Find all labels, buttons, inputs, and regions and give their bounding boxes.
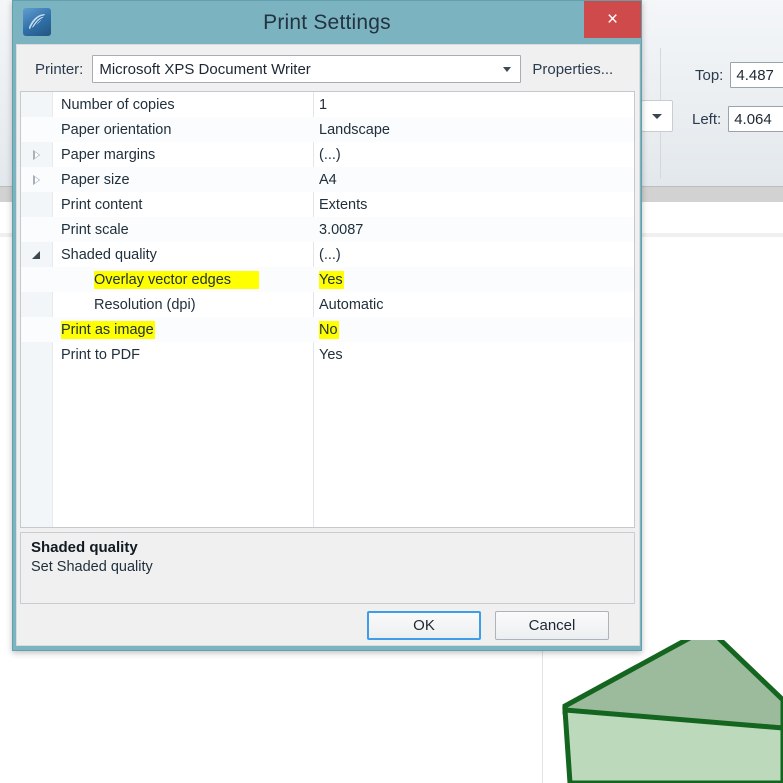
screen: Top: 4.487 Left: 4.064 Print Settings × … (0, 0, 783, 783)
property-row[interactable]: Print content Extents (21, 192, 634, 217)
printer-row: Printer: Microsoft XPS Document Writer P… (17, 51, 639, 87)
property-row[interactable]: Print scale 3.0087 (21, 217, 634, 242)
property-value[interactable]: Landscape (319, 122, 390, 138)
description-title: Shaded quality (31, 539, 138, 556)
property-value[interactable]: A4 (319, 172, 337, 188)
ribbon-dropdown-button[interactable] (641, 100, 673, 132)
property-grid[interactable]: Number of copies 1 Paper orientation Landsc… (20, 91, 635, 528)
property-row[interactable]: Print as image No (21, 317, 634, 342)
property-label: Paper margins (61, 146, 156, 163)
left-field-input[interactable]: 4.064 (728, 106, 783, 132)
property-label: Print content (61, 196, 143, 213)
property-value[interactable]: (...) (319, 247, 341, 263)
description-pane: Shaded quality Set Shaded quality (20, 532, 635, 604)
printer-select[interactable]: Microsoft XPS Document Writer (92, 55, 522, 83)
property-value[interactable]: 1 (319, 97, 327, 113)
chevron-down-icon (503, 66, 512, 72)
description-text: Set Shaded quality (31, 559, 153, 575)
property-row[interactable]: Shaded quality (...) (21, 242, 634, 267)
property-row[interactable]: Paper orientation Landscape (21, 117, 634, 142)
property-label: Paper orientation (61, 121, 172, 138)
property-value[interactable]: No (319, 320, 339, 339)
ok-button[interactable]: OK (367, 611, 481, 640)
chevron-down-icon (652, 113, 662, 119)
property-value[interactable]: (...) (319, 147, 341, 163)
property-value[interactable]: Extents (319, 197, 367, 213)
property-row[interactable]: Paper margins (...) (21, 142, 634, 167)
property-value[interactable]: Yes (319, 270, 344, 289)
dialog-title: Print Settings (263, 10, 391, 34)
property-row[interactable]: Number of copies 1 (21, 92, 634, 117)
application-icon (23, 8, 51, 36)
highlight-marker: No (319, 320, 339, 339)
triangle-right-icon[interactable] (33, 175, 40, 185)
property-label: Print to PDF (61, 346, 140, 363)
dialog-titlebar[interactable]: Print Settings × (13, 1, 641, 44)
dialog-button-bar: OK Cancel (20, 607, 635, 644)
printer-label: Printer: (35, 60, 84, 78)
highlight-marker: Yes (319, 270, 344, 289)
printer-select-value: Microsoft XPS Document Writer (99, 60, 311, 78)
triangle-right-icon[interactable] (33, 150, 40, 160)
highlight-marker: Overlay vector edges (94, 270, 260, 289)
property-label: Print as image (61, 320, 155, 339)
property-label: Shaded quality (61, 246, 157, 263)
property-label: Paper size (61, 171, 130, 188)
property-row[interactable]: Print to PDF Yes (21, 342, 634, 367)
highlight-marker: Print as image (61, 320, 155, 339)
property-row[interactable]: Paper size A4 (21, 167, 634, 192)
top-field-label: Top: (695, 66, 724, 84)
left-field-row: Left: 4.064 (692, 106, 783, 132)
property-row[interactable]: Overlay vector edges Yes (21, 267, 634, 292)
property-label: Number of copies (61, 96, 175, 113)
close-icon[interactable]: × (584, 1, 641, 38)
print-settings-dialog: Print Settings × Printer: Microsoft XPS … (12, 0, 642, 651)
property-value[interactable]: 3.0087 (319, 222, 363, 238)
property-rows: Number of copies 1 Paper orientation Landsc… (21, 92, 634, 367)
property-label: Overlay vector edges (94, 270, 260, 289)
property-value[interactable]: Yes (319, 347, 343, 363)
property-label: Resolution (dpi) (94, 296, 196, 313)
dialog-body: Printer: Microsoft XPS Document Writer P… (16, 44, 640, 646)
printer-properties-button[interactable]: Properties... (530, 58, 615, 81)
printer-select-dropdown-button[interactable] (495, 57, 519, 81)
property-row[interactable]: Resolution (dpi) Automatic (21, 292, 634, 317)
left-field-label: Left: (692, 110, 722, 128)
top-field-input[interactable]: 4.487 (730, 62, 783, 88)
property-label: Print scale (61, 221, 129, 238)
property-value[interactable]: Automatic (319, 297, 383, 313)
triangle-down-icon[interactable] (32, 251, 40, 259)
top-field-row: Top: 4.487 (695, 62, 783, 88)
cancel-button[interactable]: Cancel (495, 611, 609, 640)
app-logo-glyph (29, 14, 46, 30)
